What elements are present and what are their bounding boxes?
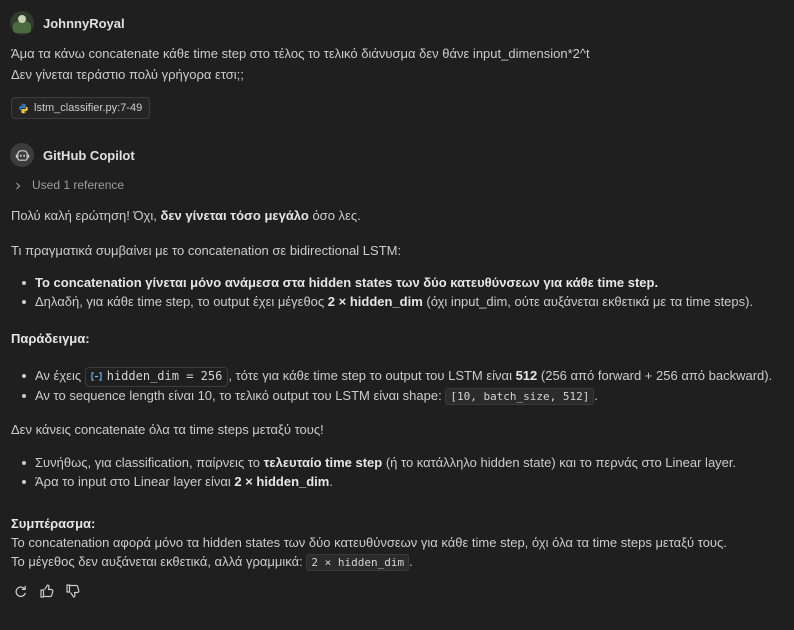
used-references-toggle[interactable]: Used 1 reference — [14, 176, 124, 195]
bullet-text-end: (256 από forward + 256 από backward). — [537, 368, 773, 383]
used-references-label: Used 1 reference — [32, 178, 125, 192]
bullet-text-end: . — [594, 388, 599, 403]
list-item: Αν έχεις hidden_dim = 256 , τότε για κάθε… — [21, 366, 773, 387]
answer-intro-text: Πολύ καλή ερώτηση! Όχι, — [11, 208, 161, 223]
answer-intro-bold: δεν γίνεται τόσο μεγάλο — [160, 208, 309, 223]
conclusion-line-2: Το μέγεθος δεν αυξάνεται εκθετικά, αλλά … — [11, 552, 413, 572]
list-item: Το concatenation γίνεται μόνο ανάμεσα στ… — [21, 273, 753, 292]
symbol-reference-label: hidden_dim = 256 — [106, 369, 223, 384]
user-message-line-2: Δεν γίνεται τεράστιο πολύ γρήγορα ετσι;; — [11, 67, 244, 82]
bullet-bold: τελευταίο time step — [263, 455, 383, 470]
bullet-bold: 2 × hidden_dim — [327, 294, 423, 309]
bullet-text: Δηλαδή, για κάθε time step, το output έχ… — [35, 294, 328, 309]
copilot-avatar — [10, 143, 34, 167]
conclusion-text-end: . — [409, 554, 413, 569]
assistant-name: GitHub Copilot — [43, 147, 135, 163]
answer-intro-end: όσο λες. — [308, 208, 361, 223]
user-message-header: JohnnyRoyal — [10, 11, 125, 35]
symbol-variable-icon — [91, 372, 102, 381]
example-heading: Παράδειγμα: — [11, 329, 90, 348]
inline-code: [10, batch_size, 512] — [445, 388, 595, 405]
thumbs-down-icon[interactable] — [65, 581, 91, 601]
conclusion-heading-text: Συμπέρασμα: — [11, 516, 96, 531]
conclusion-heading: Συμπέρασμα: — [11, 514, 95, 533]
list-item: Δηλαδή, για κάθε time step, το output έχ… — [21, 292, 754, 311]
concat-note: Δεν κάνεις concatenate όλα τα time steps… — [11, 422, 324, 437]
list-item: Άρα το input στο Linear layer είναι 2 × … — [21, 472, 736, 491]
example-heading-text: Παράδειγμα: — [11, 331, 90, 346]
assistant-message-header: GitHub Copilot — [10, 143, 135, 167]
file-reference-chip[interactable]: lstm_classifier.py:7-49 — [11, 97, 151, 119]
bullet-text: Αν το sequence length είναι 10, το τελικ… — [35, 388, 446, 403]
answer-intro: Πολύ καλή ερώτηση! Όχι, δεν γίνεται τόσο… — [11, 206, 361, 225]
concat-explanation-heading: Τι πραγματικά συμβαίνει με το concatenat… — [11, 243, 402, 258]
bullet-bold: Το concatenation γίνεται μόνο ανάμεσα στ… — [35, 275, 659, 290]
chevron-right-icon — [14, 182, 22, 190]
classification-bullet-list: Συνήθως, για classification, παίρνεις το… — [0, 453, 736, 491]
example-bullet-list: Αν έχεις hidden_dim = 256 , τότε για κάθε… — [0, 366, 772, 405]
bullet-text-mid: , τότε για κάθε time step το output του … — [228, 368, 516, 383]
list-item: Συνήθως, για classification, παίρνεις το… — [21, 453, 737, 472]
bullet-text: Συνήθως, για classification, παίρνεις το — [35, 455, 264, 470]
bullet-text-end: . — [329, 474, 333, 489]
conclusion-line-1: Το concatenation αφορά μόνο τα hidden st… — [11, 535, 727, 550]
thumbs-up-icon[interactable] — [39, 581, 65, 601]
concat-bullet-list: Το concatenation γίνεται μόνο ανάμεσα στ… — [0, 273, 753, 311]
python-icon — [18, 103, 29, 114]
inline-code: 2 × hidden_dim — [306, 554, 410, 571]
bullet-text-end: (όχι input_dim, ούτε αυξάνεται εκθετικά … — [422, 294, 754, 309]
bullet-text-end: (ή το κατάλληλο hidden state) και το περ… — [382, 455, 737, 470]
copilot-icon — [15, 149, 29, 161]
symbol-reference-chip[interactable]: hidden_dim = 256 — [84, 366, 229, 387]
user-name: JohnnyRoyal — [43, 15, 125, 31]
file-reference-label: lstm_classifier.py:7-49 — [34, 101, 143, 114]
retry-icon[interactable] — [13, 581, 39, 601]
conclusion-text: Το μέγεθος δεν αυξάνεται εκθετικά, αλλά … — [11, 554, 307, 569]
response-actions — [13, 581, 91, 601]
bullet-bold: 512 — [515, 368, 538, 383]
bullet-text: Άρα το input στο Linear layer είναι — [35, 474, 235, 489]
bullet-bold: 2 × hidden_dim — [234, 474, 330, 489]
bullet-text: Αν έχεις — [35, 368, 85, 383]
user-avatar — [10, 11, 34, 35]
user-message-line-1: Άμα τα κάνω concatenate κάθε time step σ… — [11, 46, 590, 61]
list-item: Αν το sequence length είναι 10, το τελικ… — [21, 386, 772, 405]
